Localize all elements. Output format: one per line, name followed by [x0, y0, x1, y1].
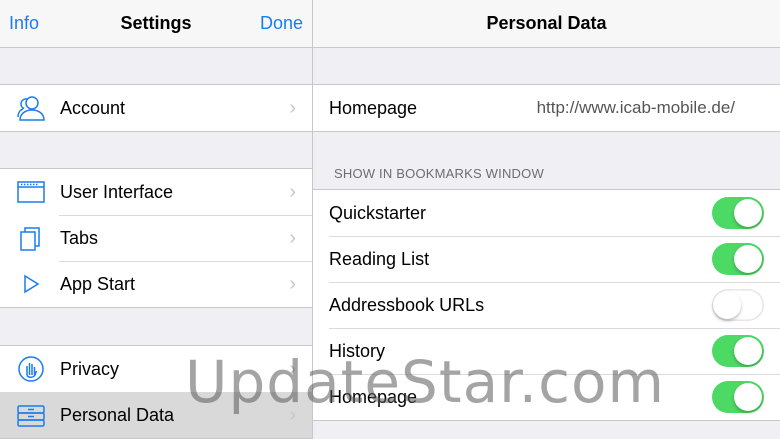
toggle-label: History	[329, 341, 386, 361]
quickstarter-switch[interactable]	[712, 197, 764, 229]
toggle-row-reading-list: Reading List	[313, 236, 780, 282]
switch-knob	[734, 199, 762, 227]
toggle-label: Reading List	[329, 249, 430, 269]
sidebar-item-label: Privacy	[60, 359, 120, 379]
sidebar-item-label: Personal Data	[60, 405, 175, 425]
sidebar-item-user-interface[interactable]: User Interface ›	[0, 169, 312, 215]
play-icon	[16, 271, 46, 297]
detail-navbar: Personal Data	[313, 0, 780, 48]
person-icon	[16, 95, 46, 121]
history-switch[interactable]	[712, 335, 764, 367]
homepage-group: Homepage http://www.icab-mobile.de/	[313, 84, 780, 132]
sidebar-item-label: Tabs	[60, 228, 99, 248]
switch-knob	[734, 383, 762, 411]
chevron-right-icon: ›	[289, 358, 296, 380]
toggle-label: Quickstarter	[329, 203, 427, 223]
toggle-label: Homepage	[329, 387, 418, 407]
page-title: Personal Data	[486, 13, 607, 33]
toggle-row-quickstarter: Quickstarter	[313, 190, 780, 236]
toggle-label: Addressbook URLs	[329, 295, 485, 315]
section-header: SHOW IN BOOKMARKS WINDOW	[334, 166, 544, 181]
sidebar-item-label: Account	[60, 98, 126, 118]
drawer-icon	[16, 402, 46, 428]
sidebar-item-tabs[interactable]: Tabs ›	[0, 215, 312, 261]
personal-data-pane: Personal Data Homepage http://www.icab-m…	[313, 0, 780, 439]
chevron-right-icon: ›	[289, 97, 296, 119]
sidebar-item-app-start[interactable]: App Start ›	[0, 261, 312, 307]
toggle-row-history: History	[313, 328, 780, 374]
homepage-row[interactable]: Homepage http://www.icab-mobile.de/	[313, 85, 780, 131]
done-button[interactable]: Done	[260, 0, 303, 47]
settings-group-privacy: Privacy › Personal Data ›	[0, 345, 312, 439]
settings-group-interface: User Interface › Tabs › App Start ›	[0, 168, 312, 308]
bookmarks-toggles-group: Quickstarter Reading List Addressbook UR…	[313, 189, 780, 421]
sidebar-item-personal-data[interactable]: Personal Data ›	[0, 392, 312, 438]
reading-list-switch[interactable]	[712, 243, 764, 275]
chevron-right-icon: ›	[289, 227, 296, 249]
sidebar-item-label: User Interface	[60, 182, 174, 202]
hand-icon	[16, 356, 46, 382]
chevron-right-icon: ›	[289, 404, 296, 426]
homepage-label: Homepage	[329, 98, 418, 118]
tabs-icon	[16, 225, 46, 251]
homepage-url-value[interactable]: http://www.icab-mobile.de/	[537, 85, 735, 131]
chevron-right-icon: ›	[289, 273, 296, 295]
switch-knob	[734, 245, 762, 273]
window-icon	[16, 179, 46, 205]
addressbook-urls-switch[interactable]	[712, 289, 764, 321]
sidebar-item-label: App Start	[60, 274, 136, 294]
switch-knob	[734, 337, 762, 365]
homepage-switch[interactable]	[712, 381, 764, 413]
toggle-row-homepage: Homepage	[313, 374, 780, 420]
sidebar-item-privacy[interactable]: Privacy ›	[0, 346, 312, 392]
switch-knob	[713, 291, 741, 319]
settings-pane: Info Settings Done Account › User Interf…	[0, 0, 312, 439]
chevron-right-icon: ›	[289, 181, 296, 203]
toggle-row-addressbook-urls: Addressbook URLs	[313, 282, 780, 328]
settings-group-account: Account ›	[0, 84, 312, 132]
settings-navbar: Info Settings Done	[0, 0, 312, 48]
sidebar-item-account[interactable]: Account ›	[0, 85, 312, 131]
